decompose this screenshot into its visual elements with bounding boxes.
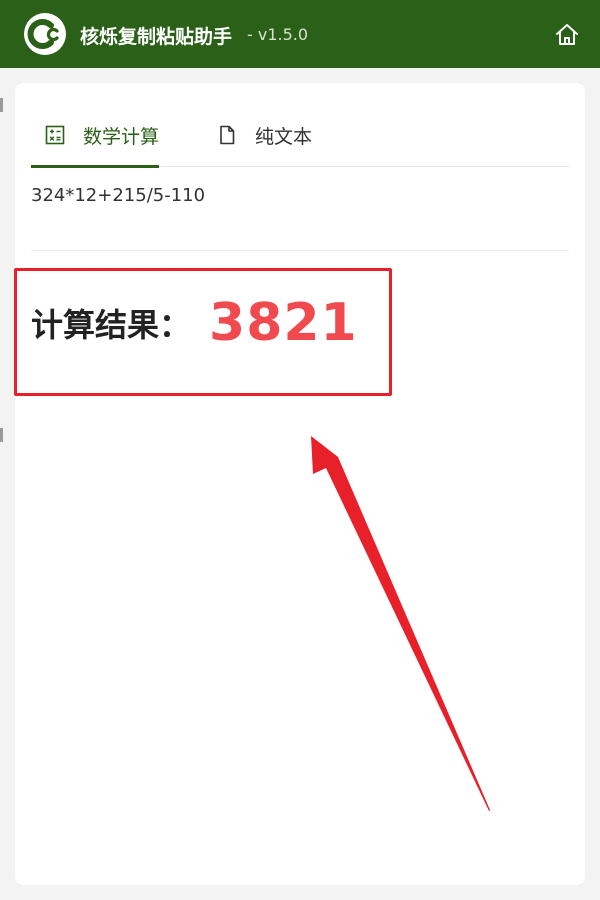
divider xyxy=(31,250,569,251)
home-icon xyxy=(556,24,578,45)
c-logo-icon xyxy=(24,13,66,55)
title-bar: 核烁复制粘贴助手 - v1.5.0 xyxy=(0,0,600,68)
main-panel: 数学计算 纯文本 324*12+215/5-110 计算结果： 3821 xyxy=(15,83,585,885)
tab-math-calculation-label: 数学计算 xyxy=(83,125,160,148)
expression-input[interactable]: 324*12+215/5-110 xyxy=(31,185,205,206)
result-label: 计算结果： xyxy=(31,306,192,344)
tab-math-calculation[interactable]: 数学计算 xyxy=(30,103,160,168)
calculation-result: 计算结果： 3821 xyxy=(31,293,358,353)
home-button[interactable] xyxy=(554,22,580,48)
window-edge-mark xyxy=(0,428,3,442)
app-version: - v1.5.0 xyxy=(247,25,309,44)
tab-plain-text-label: 纯文本 xyxy=(255,125,313,148)
tab-plain-text[interactable]: 纯文本 xyxy=(217,103,312,167)
app-title: 核烁复制粘贴助手 xyxy=(80,26,233,48)
result-value: 3821 xyxy=(209,293,358,353)
tab-bar: 数学计算 纯文本 xyxy=(30,103,569,168)
calculator-icon xyxy=(45,125,65,145)
document-icon xyxy=(220,125,235,145)
window-edge-mark xyxy=(0,98,3,112)
